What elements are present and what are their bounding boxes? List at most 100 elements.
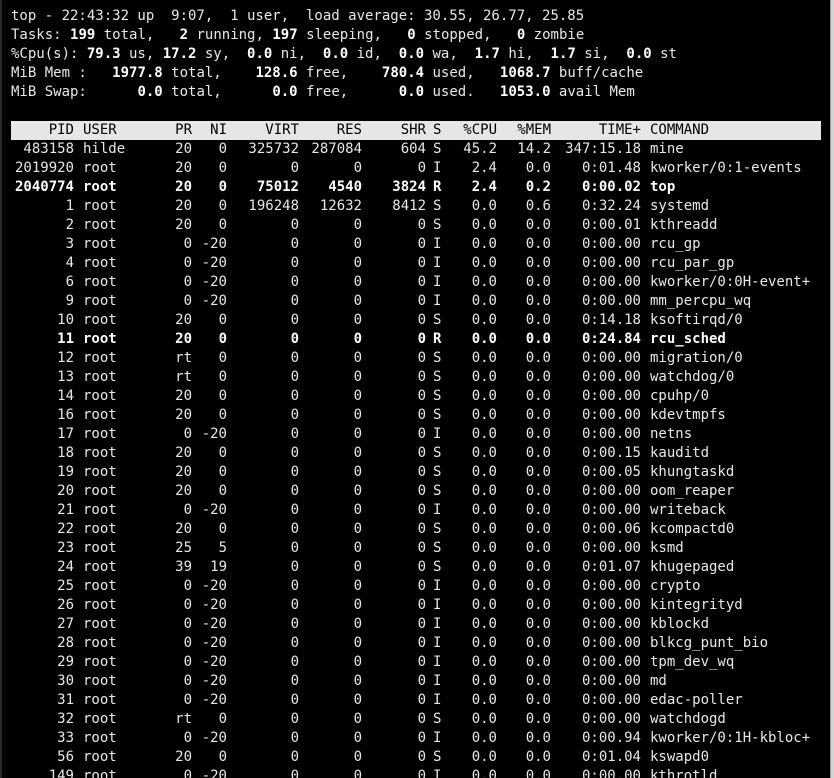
cell-ni: -20: [201, 597, 227, 613]
cell-s: I: [433, 236, 442, 252]
cell-mem: 0.0: [525, 635, 551, 651]
column-header-pr: PR: [175, 122, 192, 138]
cell-pr: 0: [183, 768, 192, 778]
cell-shr: 8412: [392, 198, 426, 214]
cell-shr: 0: [417, 578, 426, 594]
cell-virt: 0: [290, 521, 299, 537]
column-header-s: S: [433, 122, 442, 138]
cell-s: I: [433, 654, 442, 670]
cell-pr: 0: [183, 255, 192, 271]
cell-user: hilde: [83, 141, 126, 157]
cell-res: 0: [353, 635, 362, 651]
cell-virt: 0: [290, 388, 299, 404]
cell-ni: 0: [218, 331, 227, 347]
table-row: 30 root 0 -20 0 0 0 I 0.0 0.0 0:00.00 md: [0, 672, 830, 691]
cell-virt: 0: [290, 616, 299, 632]
cell-mem: 0.0: [525, 711, 551, 727]
cell-pid: 32: [57, 711, 74, 727]
window-right-border: [830, 0, 834, 778]
summary-value: 0.0: [322, 46, 349, 62]
cell-res: 0: [353, 445, 362, 461]
cell-pid: 30: [57, 673, 74, 689]
cell-virt: 0: [290, 635, 299, 651]
cell-cmd: oom_reaper: [650, 483, 735, 499]
cell-shr: 0: [417, 654, 426, 670]
cell-cmd: kworker/0:0H-event+: [650, 274, 811, 290]
cell-res: 0: [353, 654, 362, 670]
cell-res: 0: [353, 274, 362, 290]
cell-ni: 0: [218, 312, 227, 328]
cell-virt: 0: [290, 369, 299, 385]
cell-ni: 0: [218, 369, 227, 385]
table-row: 20 root 20 0 0 0 0 S 0.0 0.0 0:00.00 oom_reaper: [0, 482, 830, 501]
cell-res: 0: [353, 749, 362, 765]
cell-pid: 483158: [23, 141, 74, 157]
cell-virt: 0: [290, 711, 299, 727]
summary-value: 79.3: [86, 46, 121, 62]
cell-s: I: [433, 730, 442, 746]
cell-pid: 149: [48, 768, 74, 778]
cell-time: 347:15.18: [565, 141, 641, 157]
cell-ni: 0: [218, 407, 227, 423]
cell-cpu: 0.0: [471, 692, 497, 708]
cell-cmd: md: [650, 673, 667, 689]
summary-text: used.: [424, 84, 500, 100]
cell-s: I: [433, 426, 442, 442]
summary-value: 0.0: [272, 84, 298, 100]
table-row: 22 root 20 0 0 0 0 S 0.0 0.0 0:00.06 kcompactd0: [0, 520, 830, 539]
table-row: 3 root 0 -20 0 0 0 I 0.0 0.0 0:00.00 rcu_gp: [0, 235, 830, 254]
cell-mem: 0.0: [525, 559, 551, 575]
cell-pid: 6: [65, 274, 74, 290]
cell-pr: 0: [183, 502, 192, 518]
cell-time: 0:24.84: [581, 331, 641, 347]
cell-cpu: 0.0: [471, 540, 497, 556]
terminal-window[interactable]: top - 22:43:32 up 9:07, 1 user, load ave…: [0, 0, 830, 778]
summary-line-1: top - 22:43:32 up 9:07, 1 user, load ave…: [11, 7, 584, 26]
cell-ni: 0: [218, 749, 227, 765]
cell-s: I: [433, 692, 442, 708]
cell-pid: 20: [57, 483, 74, 499]
cell-pr: 0: [183, 635, 192, 651]
cell-res: 0: [353, 578, 362, 594]
cell-pr: 20: [175, 331, 192, 347]
summary-text: running,: [188, 27, 273, 43]
cell-cpu: 0.0: [471, 274, 497, 290]
cell-time: 0:00.00: [581, 255, 641, 271]
cell-mem: 0.0: [525, 217, 551, 233]
table-row: 1 root 20 0 196248 12632 8412 S 0.0 0.6 0:32.24 sys…: [0, 197, 830, 216]
cell-virt: 0: [290, 236, 299, 252]
cell-pr: 0: [183, 616, 192, 632]
cell-time: 0:00.00: [581, 635, 641, 651]
cell-cmd: watchdogd: [650, 711, 726, 727]
cell-pid: 12: [57, 350, 74, 366]
table-row: 11 root 20 0 0 0 0 R 0.0 0.0 0:24.84 rcu_sched: [0, 330, 830, 349]
cell-mem: 0.0: [525, 236, 551, 252]
cell-ni: 0: [218, 179, 227, 195]
cell-virt: 0: [290, 578, 299, 594]
summary-value: 1068.7: [499, 65, 551, 81]
cell-virt: 0: [290, 464, 299, 480]
cell-s: R: [433, 179, 442, 195]
cell-user: root: [83, 331, 117, 347]
cell-cmd: kauditd: [650, 445, 710, 461]
cell-res: 0: [353, 350, 362, 366]
cell-cmd: rcu_gp: [650, 236, 701, 252]
cell-mem: 0.0: [525, 730, 551, 746]
cell-pid: 33: [57, 730, 74, 746]
cell-pr: rt: [175, 369, 192, 385]
cell-ni: 0: [218, 521, 227, 537]
cell-shr: 0: [417, 749, 426, 765]
cell-ni: 0: [218, 388, 227, 404]
column-header-pid: PID: [48, 122, 74, 138]
summary-text: stopped,: [415, 27, 517, 43]
cell-time: 0:00.00: [581, 616, 641, 632]
cell-mem: 0.2: [525, 179, 551, 195]
cell-res: 0: [353, 483, 362, 499]
cell-s: I: [433, 673, 442, 689]
cell-cpu: 0.0: [471, 407, 497, 423]
cell-shr: 0: [417, 521, 426, 537]
table-row: 17 root 0 -20 0 0 0 I 0.0 0.0 0:00.00 netns: [0, 425, 830, 444]
cell-ni: 19: [210, 559, 227, 575]
cell-res: 0: [353, 160, 362, 176]
cell-ni: -20: [201, 293, 227, 309]
